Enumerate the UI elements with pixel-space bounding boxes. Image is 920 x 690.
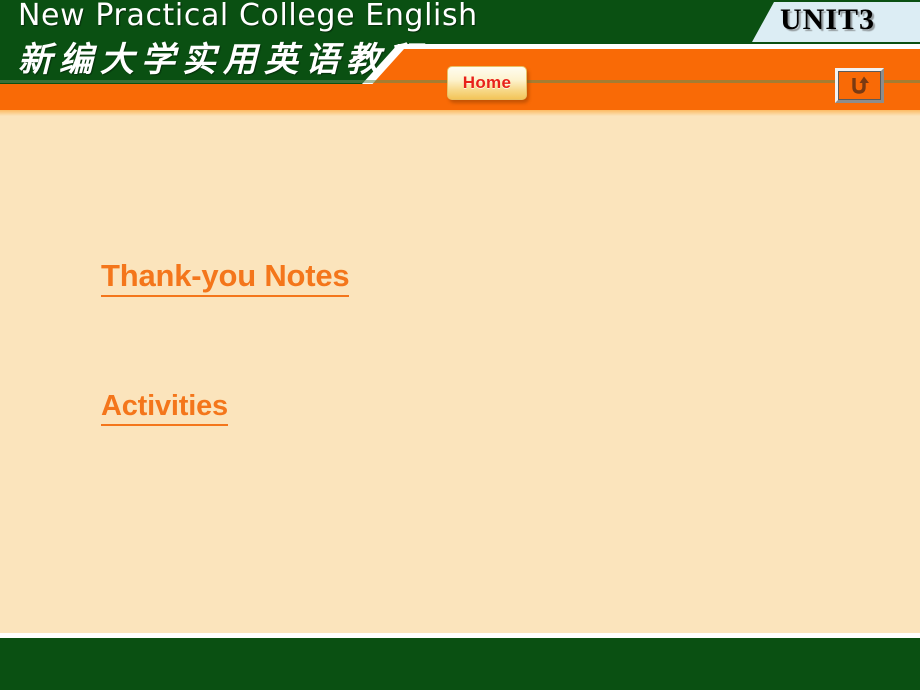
- course-title-english: New Practical College English: [18, 0, 478, 33]
- slide-content: Thank-you Notes Activities: [0, 116, 920, 633]
- course-title-chinese: 新编大学实用英语教程: [18, 40, 428, 80]
- link-activities[interactable]: Activities: [101, 390, 228, 426]
- footer-banner: [0, 638, 920, 690]
- return-button[interactable]: [835, 68, 884, 103]
- unit-badge-label: UNIT3: [780, 3, 876, 36]
- unit-badge: UNIT3: [752, 2, 920, 42]
- return-arrow-icon: [848, 75, 872, 97]
- home-button-label: Home: [462, 73, 512, 92]
- home-button[interactable]: Home: [447, 66, 527, 100]
- slide-canvas: New Practical College English 新编大学实用英语教程…: [0, 0, 920, 690]
- link-thank-you-notes[interactable]: Thank-you Notes: [101, 258, 350, 297]
